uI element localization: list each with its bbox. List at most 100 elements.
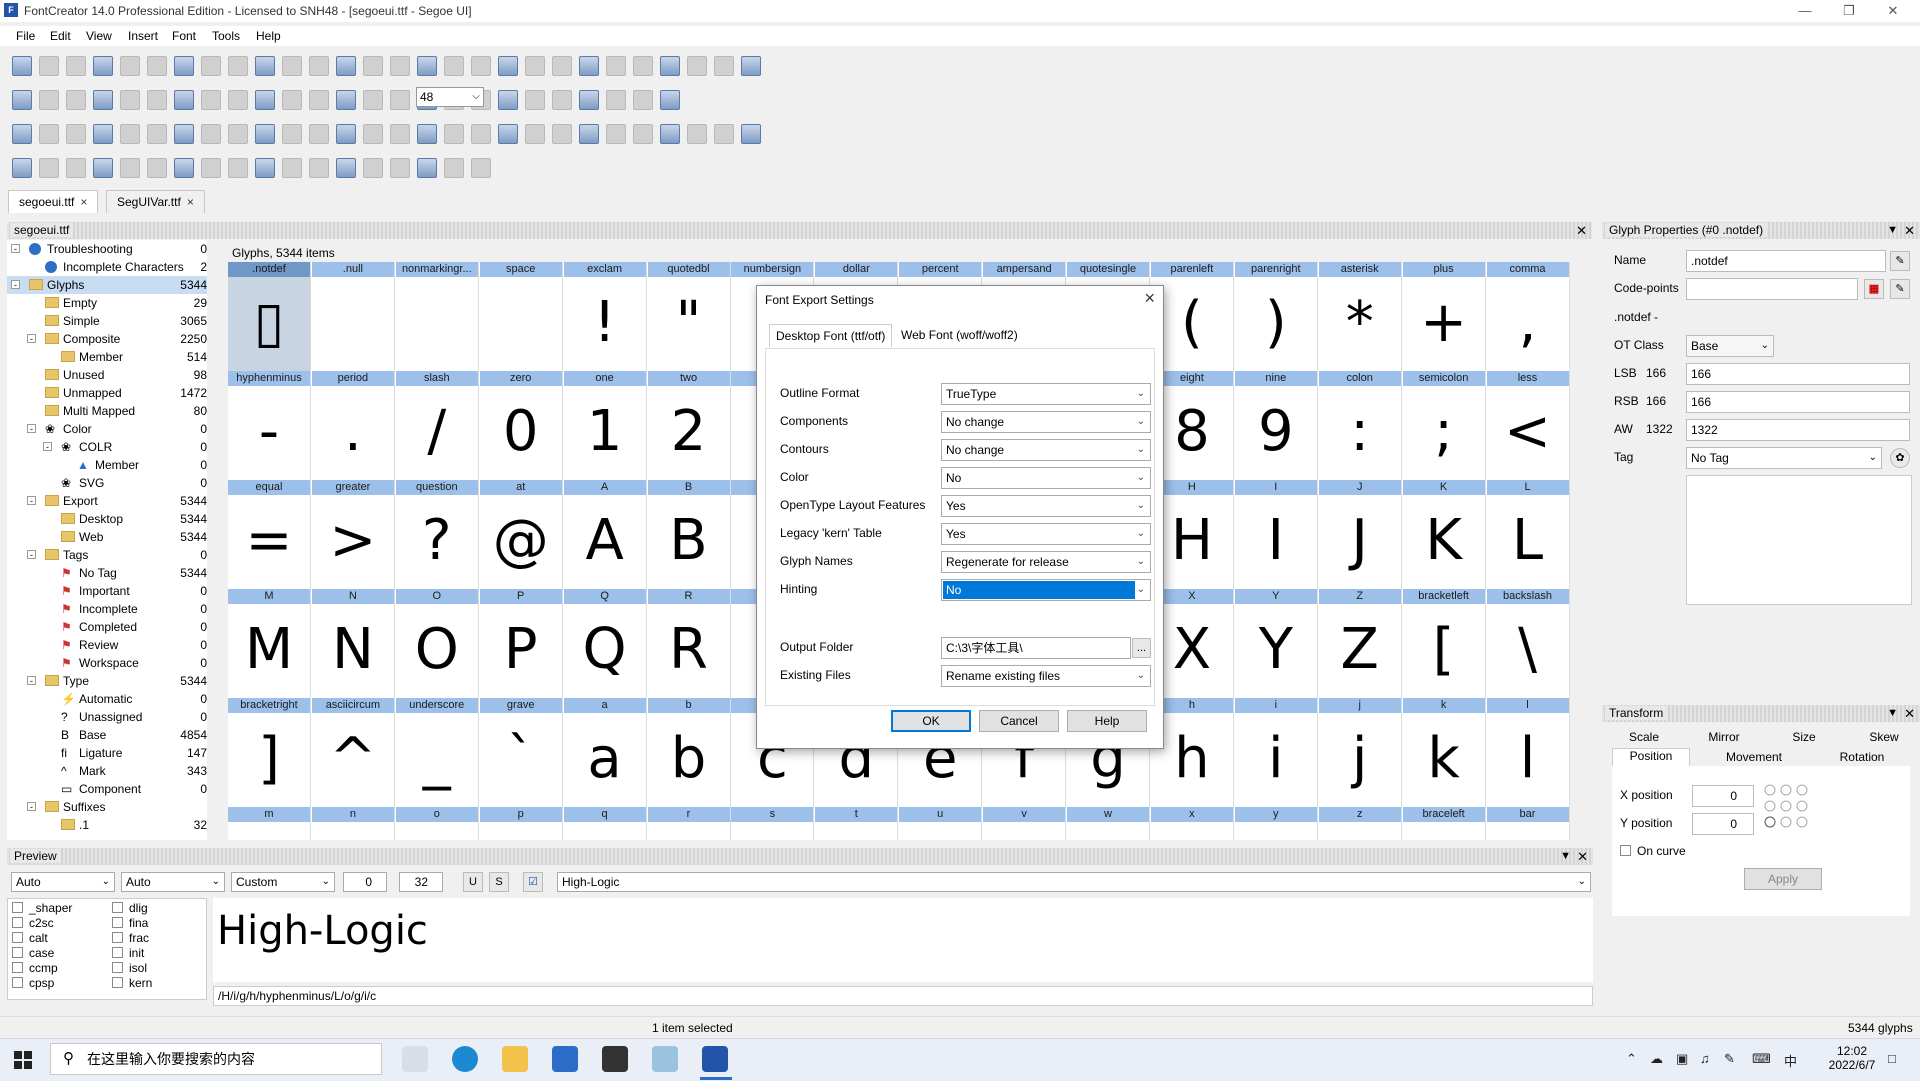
close-tab-icon[interactable]: × [80,195,87,209]
toolbar-button[interactable] [201,124,221,144]
glyph-cell[interactable]: equal = [228,480,311,589]
tab-size[interactable]: Size [1774,730,1834,744]
toolbar-button[interactable] [66,124,86,144]
feature-checkbox[interactable]: c2sc [12,916,54,931]
glyph-cell[interactable]: .null [311,262,395,371]
glyph-cell[interactable]: y [1234,807,1318,840]
maximize-button[interactable]: ❐ [1826,0,1872,22]
toolbar-button[interactable] [174,158,194,178]
tree-item[interactable]: - Export 5344 [7,492,207,510]
toolbar-button[interactable] [282,124,302,144]
windows-start-icon[interactable] [14,1051,32,1069]
toolbar-button[interactable] [660,56,680,76]
toolbar-button[interactable] [606,90,626,110]
close-icon[interactable]: ✕ [1577,848,1588,865]
glyph-cell[interactable]: at @ [479,480,563,589]
feature-checkbox[interactable]: frac [112,931,149,946]
glyph-cell[interactable]: nonmarkingr... [395,262,479,371]
toolbar-button[interactable] [228,158,248,178]
glyph-cell[interactable]: u [899,807,983,840]
clock[interactable]: 12:02 2022/6/7 [1824,1044,1880,1072]
tab-mirror[interactable]: Mirror [1694,730,1754,744]
checkbox-toggle-icon[interactable]: ☑ [523,872,543,892]
glyph-cell[interactable]: JJ [1318,480,1402,589]
toolbar-button[interactable] [714,124,734,144]
tree-item[interactable]: ⚑ Important 0 [7,582,207,600]
tree-item[interactable]: ▭ Component 0 [7,780,207,798]
tree-item[interactable]: ⚑ Review 0 [7,636,207,654]
export-field-select[interactable]: No ⌄ [941,467,1151,489]
preview-number-2[interactable]: 32 [399,872,443,892]
feature-checkbox[interactable]: dlig [112,901,148,916]
tree-item[interactable]: fi Ligature 147 [7,744,207,762]
existing-files-select[interactable]: Rename existing files ⌄ [941,665,1151,687]
glyph-cell[interactable]: YY [1234,589,1318,698]
tab-segoeui[interactable]: segoeui.ttf × [8,190,99,213]
menu-edit[interactable]: Edit [50,29,71,43]
glyph-cell[interactable]: greater > [311,480,395,589]
toolbar-button[interactable] [147,56,167,76]
toolbar-button[interactable] [633,90,653,110]
glyph-cell[interactable]: aa [563,698,647,807]
tree-item[interactable]: ^ Mark 343 [7,762,207,780]
tree-item[interactable]: Member 514 [7,348,207,366]
toolbar-button[interactable] [93,124,113,144]
tab-desktop-font[interactable]: Desktop Font (ttf/otf) [769,324,893,347]
menu-view[interactable]: View [86,29,112,43]
pin-icon[interactable]: ▼ [1887,705,1898,722]
close-window-button[interactable]: ✕ [1870,0,1916,22]
toolbar-button[interactable] [93,90,113,110]
glyph-cell[interactable]: LL [1486,480,1570,589]
glyph-cell[interactable]: backslash \ [1486,589,1570,698]
tree-item[interactable]: ⚑ Completed 0 [7,618,207,636]
toolbar-button[interactable] [741,124,761,144]
glyph-cell[interactable]: nine 9 [1234,371,1318,480]
charmap-icon[interactable]: ▦ [1864,279,1884,299]
glyph-cell[interactable]: slash / [395,371,479,480]
taskbar-search-input[interactable]: 在这里输入你要搜索的内容 ⚲ [50,1043,382,1075]
rsb-input[interactable]: 166 [1686,391,1910,413]
pin-icon[interactable]: ▼ [1560,848,1571,865]
tree-item[interactable]: ⚑ Workspace 0 [7,654,207,672]
toolbar-button[interactable] [336,90,356,110]
toolbar-button[interactable] [525,124,545,144]
7zip-icon[interactable] [602,1046,628,1072]
preview-number-1[interactable]: 0 [343,872,387,892]
x-position-input[interactable]: 0 [1692,785,1754,807]
cloud-icon[interactable]: ☁ [1650,1051,1663,1067]
glyph-cell[interactable]: colon: [1318,371,1402,480]
toolbar-button[interactable] [174,90,194,110]
tree-item[interactable]: .1 32 [7,816,207,834]
close-icon[interactable]: ✕ [1904,222,1915,239]
toolbar-button[interactable] [660,90,680,110]
toolbar-button[interactable] [579,90,599,110]
toolbar-button[interactable] [66,158,86,178]
tab-scale[interactable]: Scale [1614,730,1674,744]
export-field-select[interactable]: TrueType ⌄ [941,383,1151,405]
toolbar-button[interactable] [687,56,707,76]
zoom-select[interactable]: 48 ⌵ [416,87,484,107]
lsb-input[interactable]: 166 [1686,363,1910,385]
browse-folder-button[interactable]: ... [1132,638,1151,658]
glyph-cell[interactable]: AA [563,480,647,589]
tree-item[interactable]: Web 5344 [7,528,207,546]
glyph-cell[interactable]: n [311,807,395,840]
expand-toggle-icon[interactable]: - [27,802,36,812]
glyph-cell[interactable]: w [1067,807,1150,840]
tab-rotation[interactable]: Rotation [1822,750,1902,764]
toolbar-button[interactable] [12,158,32,178]
toolbar-button[interactable] [471,124,491,144]
tab-position[interactable]: Position [1612,748,1690,767]
expand-toggle-icon[interactable]: - [27,550,36,560]
toolbar-button[interactable] [579,56,599,76]
feature-checkbox[interactable]: ccmp [12,961,58,976]
strikethrough-icon[interactable]: S [489,872,509,892]
toolbar-button[interactable] [93,56,113,76]
toolbar-button[interactable] [120,158,140,178]
toolbar-button[interactable] [201,56,221,76]
glyph-cell[interactable]: hyphenminus - [228,371,311,480]
toolbar-button[interactable] [660,124,680,144]
toolbar-button[interactable] [417,158,437,178]
menu-font[interactable]: Font [172,29,196,43]
glyph-cell[interactable]: asciicircum ^ [311,698,395,807]
